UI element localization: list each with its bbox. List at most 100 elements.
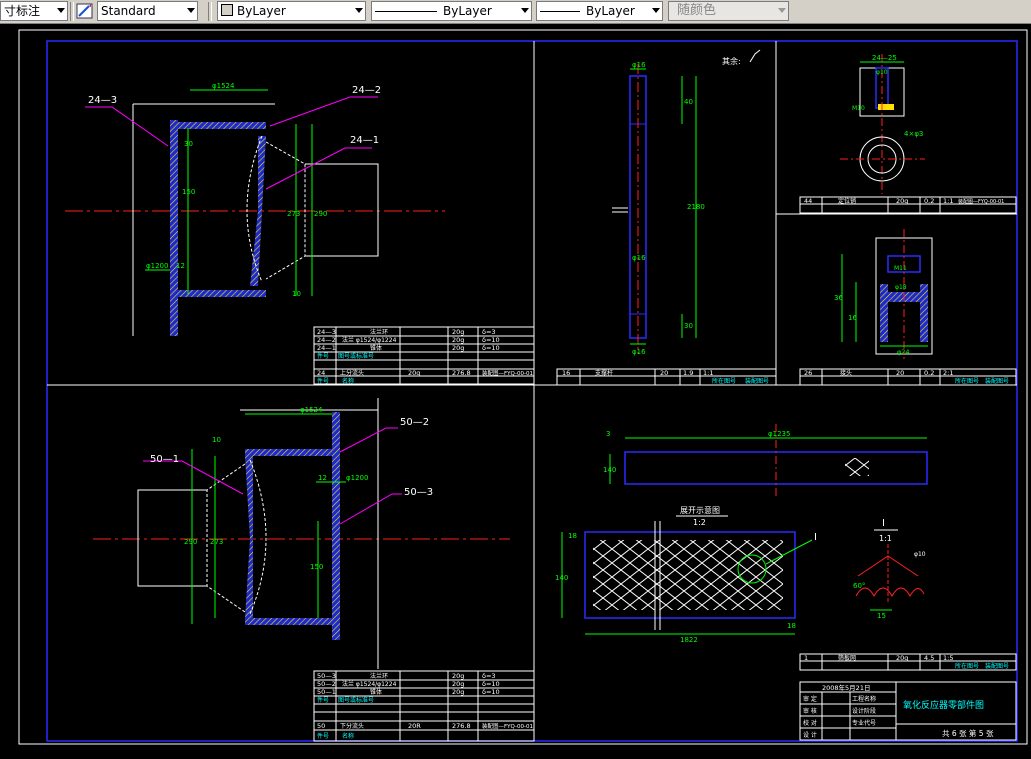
- text-style-value: Standard: [101, 4, 156, 18]
- title-row: 校 对: [803, 719, 817, 727]
- bom-cell: 件号: [317, 377, 329, 385]
- plot-style-combo[interactable]: 随颜色: [668, 1, 789, 21]
- dim-text: 40: [684, 98, 693, 106]
- bom-cell: 下分流头: [340, 722, 364, 730]
- dim-text: 150: [310, 563, 323, 571]
- cad-drawing: 24—3 24—2 24—1 φ1524 φ1200 12 30 150 273…: [18, 29, 1028, 745]
- bom-cell: 图号或标准号: [338, 352, 374, 360]
- bom-cell: 50—2: [317, 680, 336, 688]
- dim-text: 3: [606, 430, 610, 438]
- pencil-icon: [76, 3, 93, 19]
- bom-cell: 图号或标准号: [338, 696, 374, 704]
- view-scale: 1:2: [693, 518, 706, 527]
- color-control-combo[interactable]: ByLayer: [217, 1, 366, 21]
- dim-text: 140: [603, 466, 616, 474]
- dim-text: 273: [210, 538, 223, 546]
- bom-cell: 所在图号: [712, 377, 736, 385]
- dim-text: φ10: [876, 69, 888, 76]
- chevron-down-icon: [778, 8, 786, 13]
- linetype-sample: [375, 11, 437, 12]
- bom-cell: 装配图号: [985, 377, 1009, 385]
- upper-wall-hatch: [178, 122, 266, 129]
- lineweight-control-combo[interactable]: ByLayer: [536, 1, 663, 21]
- lower-wall-hatch: [245, 618, 332, 625]
- cone-hatch: [245, 456, 253, 618]
- bom-cell: 276.8: [452, 369, 471, 377]
- bom-cell: 1.9: [683, 369, 693, 377]
- bom-cell: 法兰环: [370, 672, 388, 680]
- lineweight-control-value: ByLayer: [586, 4, 635, 18]
- bom-cell: 50: [317, 722, 325, 730]
- bom-cell: 276.8: [452, 722, 471, 730]
- bom-cell: 名称: [342, 377, 354, 385]
- part-24-view: 24—3 24—2 24—1 φ1524 φ1200 12 30 150 273…: [65, 82, 445, 336]
- unfold-mesh: [593, 540, 783, 610]
- dim-text: 36: [834, 294, 843, 302]
- color-control-value: ByLayer: [237, 4, 286, 18]
- dim-text: 60°: [853, 582, 865, 590]
- roughness-symbol: [749, 49, 761, 63]
- part-label: 24—1: [350, 135, 379, 146]
- dim-text: φ16: [632, 254, 646, 262]
- bom-cell: 44: [804, 197, 812, 205]
- bom-cell: 上分流头: [340, 369, 364, 377]
- bom-cell: 筛板网: [838, 654, 856, 662]
- dim-text: φ1524: [212, 82, 235, 90]
- bom-cell: 锥体: [370, 688, 382, 696]
- detail-label: I: [814, 532, 817, 543]
- roughness-note: 其余:: [722, 56, 741, 66]
- part-label: 24—3: [88, 95, 117, 106]
- chevron-down-icon: [187, 8, 195, 13]
- bom-cell: δ=10: [482, 336, 500, 344]
- bom-cell: 20g: [452, 672, 464, 680]
- dim-text: 273: [287, 210, 300, 218]
- linetype-control-combo[interactable]: ByLayer: [371, 1, 532, 21]
- bom-cell: 1:1: [943, 197, 953, 205]
- part-label: 50—1: [150, 454, 179, 465]
- bom-cell: 1: [804, 654, 808, 662]
- bom-cell: 20R: [408, 722, 421, 730]
- bom-cell: 20: [896, 369, 904, 377]
- dim-text: 150: [182, 188, 195, 196]
- dimension-style-combo[interactable]: 寸标注: [0, 1, 68, 21]
- title-col: 工程名称: [852, 695, 876, 703]
- leader-line: [339, 427, 398, 453]
- text-style-icon[interactable]: [75, 1, 95, 21]
- toolbar-separator: [208, 2, 212, 21]
- bom-cell: 20: [660, 369, 668, 377]
- lower-wall-hatch: [178, 290, 266, 297]
- part-1-view: φ1235 3 140 展开示意图 1:2 1822 140 18 18 I I…: [555, 424, 928, 644]
- bom-cell: 24—1: [317, 344, 336, 352]
- upper-wall-hatch: [245, 449, 332, 456]
- bom-cell: δ=10: [482, 680, 500, 688]
- title-row: 审 定: [803, 695, 817, 703]
- bom-cell: 支撑杆: [595, 369, 613, 377]
- dim-text: 290: [184, 538, 197, 546]
- drawing-canvas[interactable]: 24—3 24—2 24—1 φ1524 φ1200 12 30 150 273…: [0, 24, 1031, 754]
- bom-cell: 定位销: [838, 197, 856, 205]
- bom-cell: 1:5: [943, 654, 953, 662]
- text-style-combo[interactable]: Standard: [97, 1, 198, 21]
- sheet-number: 共 6 张 第 5 张: [942, 728, 994, 738]
- pin-circle: [859, 136, 905, 182]
- bom-cell: 4.5: [924, 654, 934, 662]
- bom-cell: δ=10: [482, 688, 500, 696]
- bom-cell: 名称: [342, 732, 354, 740]
- leader-line: [85, 106, 169, 147]
- dim-text: 30: [684, 322, 693, 330]
- bom-cell: 20g: [452, 344, 464, 352]
- bom-cell: 装配图号: [745, 377, 769, 385]
- leader-line: [143, 460, 244, 495]
- bom-table-part-24: 24—3 法兰环 20g δ=3 24—2 法兰 φ1524/φ1224 20g…: [313, 326, 535, 385]
- bom-cell: δ=3: [482, 328, 496, 336]
- color-swatch-icon: [221, 4, 233, 16]
- dim-text: 10: [292, 290, 301, 298]
- bom-cell: 24: [317, 369, 325, 377]
- bom-cell: 所在图号: [955, 377, 979, 385]
- leader-line: [339, 493, 402, 525]
- bom-cell: 20g: [896, 654, 908, 662]
- bom-cell: 件号: [317, 352, 329, 360]
- bom-cell: 装配图—FYQ-00-01: [958, 198, 1004, 205]
- chevron-down-icon: [652, 8, 660, 13]
- dim-text: 4×φ3: [904, 130, 923, 138]
